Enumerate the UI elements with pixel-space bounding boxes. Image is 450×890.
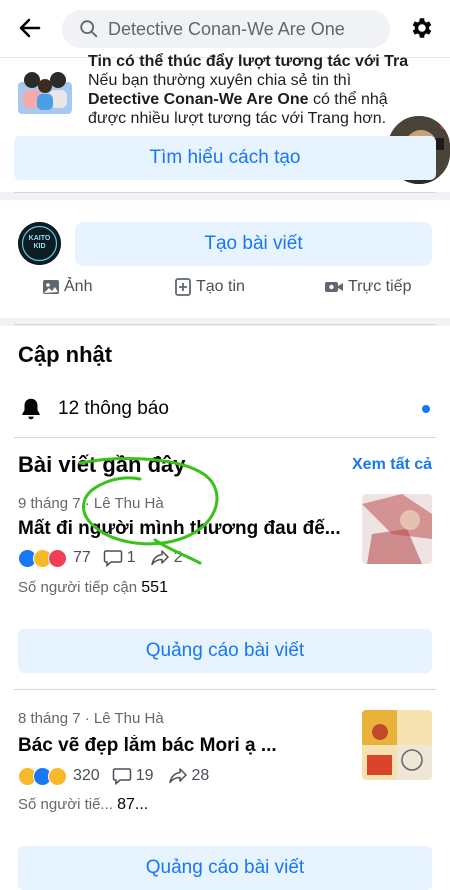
post-stats: 320 19 28 xyxy=(18,765,209,787)
back-arrow-icon[interactable] xyxy=(18,16,42,40)
reach-value: 87... xyxy=(117,796,149,813)
section-divider xyxy=(0,192,450,200)
comment-count: 1 xyxy=(126,549,136,566)
live-video-label: Trực tiếp xyxy=(348,278,412,295)
reaction-count: 320 xyxy=(73,767,100,784)
composer-actions: Ảnh Tạo tin Trực tiếp xyxy=(0,278,450,304)
share-icon xyxy=(150,550,169,566)
promo-title: Tin có thể thúc đẩy lượt tương tác với T… xyxy=(88,53,409,70)
divider-line xyxy=(14,437,436,438)
post-stats: 77 1 2 xyxy=(18,547,183,569)
search-text: Detective Conan-We Are One xyxy=(108,18,345,39)
notifications-row[interactable]: 12 thông báo xyxy=(18,394,438,424)
divider-line xyxy=(14,689,436,690)
post-meta: 8 tháng 7 · Lê Thu Hà xyxy=(18,710,164,727)
boost-post-button[interactable]: Quảng cáo bài viết xyxy=(18,629,432,673)
page-avatar-text: KAITO KID xyxy=(28,235,51,250)
top-bar: Detective Conan-We Are One xyxy=(0,0,450,58)
share-count: 2 xyxy=(173,549,183,566)
bell-icon xyxy=(22,398,40,420)
reach-value: 551 xyxy=(141,579,168,596)
sad-reaction-icon xyxy=(48,766,67,786)
promo-body-prefix: Nếu bạn thường xuyên chia sẻ tin thì xyxy=(88,72,352,89)
post-thumbnail[interactable] xyxy=(362,710,432,780)
photo-icon xyxy=(43,280,59,294)
live-video-icon xyxy=(325,282,343,292)
notifications-count-text: 12 thông báo xyxy=(58,398,169,419)
love-reaction-icon xyxy=(48,548,67,568)
create-story-label: Tạo tin xyxy=(196,278,245,295)
recent-posts-heading: Bài viết gần đây xyxy=(18,452,186,477)
post-meta: 9 tháng 7 · Lê Thu Hà xyxy=(18,495,164,512)
photo-button[interactable]: Ảnh xyxy=(42,278,92,296)
share-count: 28 xyxy=(191,767,210,784)
create-story-button[interactable]: Tạo tin xyxy=(174,278,245,296)
learn-how-button[interactable]: Tìm hiểu cách tạo xyxy=(14,136,436,180)
comment-count: 19 xyxy=(135,767,154,784)
boost-post-button[interactable]: Quảng cáo bài viết xyxy=(18,846,432,890)
live-video-button[interactable]: Trực tiếp xyxy=(324,278,411,296)
promo-text: Tin có thể thúc đẩy lượt tương tác với T… xyxy=(88,53,418,128)
post-title[interactable]: Mất đi người mình thương đau đế... xyxy=(18,518,348,540)
updates-heading: Cập nhật xyxy=(18,342,113,367)
create-post-button[interactable]: Tạo bài viết xyxy=(75,222,432,266)
see-all-link[interactable]: Xem tất cả xyxy=(352,456,432,474)
reaction-count: 77 xyxy=(73,549,91,566)
promo-page-name: Detective Conan-We Are One xyxy=(88,91,309,108)
post-thumbnail[interactable] xyxy=(362,494,432,564)
divider-line xyxy=(14,192,436,193)
comment-icon xyxy=(112,768,131,785)
post-title[interactable]: Bác vẽ đẹp lắm bác Mori ạ ... xyxy=(18,735,348,757)
reach-label: Số người tiếp cận xyxy=(18,579,142,596)
photo-label: Ảnh xyxy=(64,278,93,295)
share-icon xyxy=(168,768,187,784)
reach-label: Số người tiế... xyxy=(18,796,118,813)
add-story-icon xyxy=(175,278,191,296)
page-avatar[interactable]: KAITO KID xyxy=(18,222,61,265)
search-bar[interactable]: Detective Conan-We Are One xyxy=(62,10,390,48)
search-icon xyxy=(80,20,98,38)
comment-icon xyxy=(103,550,123,567)
unread-dot xyxy=(422,405,430,413)
post-reach: Số người tiếp cận 551 xyxy=(18,579,168,597)
divider-line xyxy=(14,324,436,325)
people-illustration-icon xyxy=(18,72,72,114)
post-reach: Số người tiế... 87... xyxy=(18,796,148,814)
gear-icon[interactable] xyxy=(408,15,434,41)
